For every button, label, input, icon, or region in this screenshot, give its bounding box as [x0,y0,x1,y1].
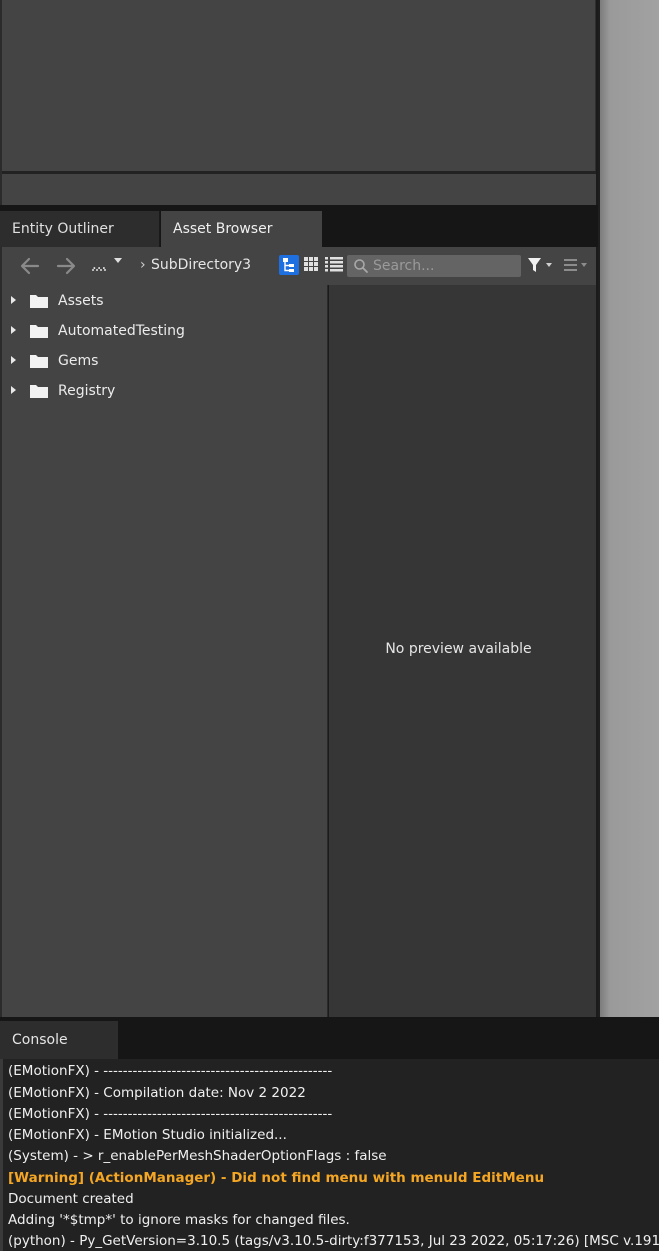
breadcrumb-more-button[interactable]: ... [92,253,106,277]
breadcrumb-current[interactable]: SubDirectory3 [151,256,251,274]
folder-icon [29,293,49,309]
tree-item-registry[interactable]: Registry [2,378,322,404]
tree-item-label: Registry [58,383,116,399]
console-line: (EMotionFX) - EMotion Studio initialized… [8,1127,287,1143]
dock-tab-bar: Entity Outliner Asset Browser [0,211,598,247]
asset-browser-toolbar: ... › SubDirectory3 [2,247,596,285]
console-line: (EMotionFX) - Compilation date: Nov 2 20… [8,1085,306,1101]
search-icon [353,258,369,274]
console-line: (EMotionFX) - --------------------------… [8,1106,333,1122]
search-box[interactable] [347,255,521,277]
tab-console[interactable]: Console [0,1021,118,1059]
top-empty-strip [2,174,596,205]
tree-item-gems[interactable]: Gems [2,348,322,374]
editor-window: Entity Outliner Asset Browser ... › SubD… [0,0,659,1251]
console-output[interactable]: (EMotionFX) - --------------------------… [0,1059,659,1251]
chevron-down-icon[interactable] [114,258,122,263]
folder-icon [29,353,49,369]
console-line: Adding '*$tmp*' to ignore masks for chan… [8,1212,350,1228]
preview-message: No preview available [385,641,532,657]
tree-item-assets[interactable]: Assets [2,288,322,314]
folder-icon [29,383,49,399]
forward-arrow-icon[interactable] [54,254,78,278]
tab-asset-browser[interactable]: Asset Browser [161,211,322,247]
tree-view-icon[interactable] [279,255,299,275]
tree-item-automatedtesting[interactable]: AutomatedTesting [2,318,322,344]
search-input[interactable] [373,255,517,277]
asset-preview-pane: No preview available [329,285,596,1017]
breadcrumb-separator: › [140,257,146,273]
list-view-icon[interactable] [324,256,344,272]
grid-view-icon[interactable] [303,256,319,272]
expand-caret-icon[interactable] [11,296,16,304]
console-line: (EMotionFX) - --------------------------… [8,1063,333,1079]
expand-caret-icon[interactable] [11,326,16,334]
expand-caret-icon[interactable] [11,356,16,364]
console-line: (System) - > r_enablePerMeshShaderOption… [8,1148,387,1164]
expand-caret-icon[interactable] [11,386,16,394]
console-line: Document created [8,1191,134,1207]
folder-icon [29,323,49,339]
tree-item-label: AutomatedTesting [58,323,185,339]
filter-icon[interactable] [526,256,554,274]
tree-item-label: Gems [58,353,99,369]
hamburger-menu-icon[interactable] [562,256,592,274]
console-tab-bar: Console [0,1017,659,1059]
tree-item-label: Assets [58,293,104,309]
asset-tree[interactable]: Assets AutomatedTesting Gems Registry [2,285,328,1017]
viewport-edge [598,0,659,1017]
console-warning-line: [Warning] (ActionManager) - Did not find… [8,1170,545,1186]
top-empty-panel [2,0,596,171]
console-line: (python) - Py_GetVersion=3.10.5 (tags/v3… [8,1233,659,1249]
tab-entity-outliner[interactable]: Entity Outliner [0,211,160,247]
back-arrow-icon[interactable] [18,254,42,278]
